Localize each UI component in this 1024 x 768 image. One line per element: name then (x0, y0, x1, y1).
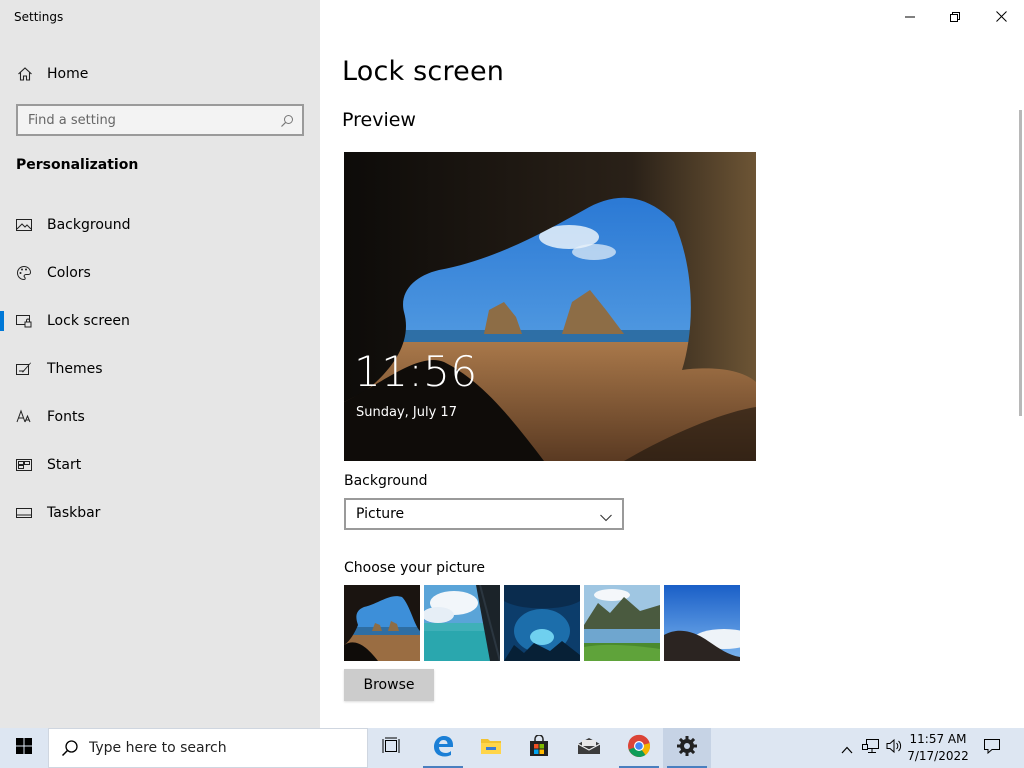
nav-home[interactable]: Home (0, 58, 320, 90)
clock-date: 7/17/2022 (907, 749, 969, 763)
mail-button[interactable] (565, 728, 613, 768)
font-icon (16, 409, 32, 425)
volume-button[interactable] (884, 728, 906, 768)
nav-item-fonts[interactable]: Fonts (0, 397, 320, 437)
close-icon (995, 7, 1007, 26)
nav-item-colors[interactable]: Colors (0, 253, 320, 293)
nav-item-label: Taskbar (47, 505, 101, 521)
clock-time: 11:57 AM (909, 732, 967, 746)
setting-search-box[interactable] (16, 104, 304, 136)
start-button[interactable] (0, 728, 48, 768)
browse-button[interactable]: Browse (344, 669, 434, 701)
close-button[interactable] (978, 0, 1024, 32)
lock-screen-icon (16, 313, 32, 329)
show-hidden-icons-button[interactable] (838, 728, 856, 768)
brush-icon (16, 361, 32, 377)
taskbar-clock[interactable]: 11:57 AM 7/17/2022 (906, 731, 970, 765)
section-header: Personalization (16, 157, 139, 173)
taskbar: 11:57 AM 7/17/2022 (0, 728, 1024, 768)
minimize-button[interactable] (887, 0, 933, 32)
nav-item-label: Fonts (47, 409, 85, 425)
notification-icon (983, 738, 1001, 758)
speaker-icon (886, 738, 904, 758)
nav-item-background[interactable]: Background (0, 205, 320, 245)
store-bag-icon (528, 734, 550, 761)
edge-button[interactable] (419, 728, 467, 768)
store-button[interactable] (515, 728, 563, 768)
background-dropdown[interactable]: Picture (344, 498, 624, 530)
picture-icon (16, 217, 32, 233)
preview-date: Sunday, July 17 (356, 405, 457, 420)
nav-home-label: Home (47, 66, 89, 82)
windows-logo-icon (16, 738, 32, 758)
setting-search-input[interactable] (18, 112, 268, 128)
network-icon (862, 738, 880, 758)
lock-screen-preview: 11:56 Sunday, July 17 (344, 152, 756, 461)
background-dropdown-value: Picture (356, 506, 405, 522)
action-center-button[interactable] (976, 728, 1008, 768)
choose-picture-label: Choose your picture (344, 560, 485, 576)
folder-icon (480, 736, 502, 760)
task-view-button[interactable] (368, 728, 416, 768)
preview-header: Preview (342, 109, 416, 131)
settings-button[interactable] (663, 728, 711, 768)
restore-button[interactable] (932, 0, 978, 32)
page-title: Lock screen (342, 56, 505, 87)
picture-thumbnail-water-window[interactable] (424, 585, 500, 661)
scrollbar[interactable] (1019, 110, 1022, 416)
nav-item-label: Start (47, 457, 82, 473)
start-tiles-icon (16, 457, 32, 473)
background-label: Background (344, 473, 428, 489)
task-view-icon (382, 737, 402, 759)
preview-time: 11:56 (354, 347, 478, 396)
picture-thumbnail-underwater-cave[interactable] (504, 585, 580, 661)
restore-icon (950, 7, 960, 26)
taskbar-search-box[interactable] (48, 728, 368, 768)
nav-item-themes[interactable]: Themes (0, 349, 320, 389)
search-icon[interactable] (280, 113, 294, 127)
nav-item-label: Lock screen (47, 313, 130, 329)
nav-item-label: Themes (47, 361, 103, 377)
palette-icon (16, 265, 32, 281)
chrome-button[interactable] (615, 728, 663, 768)
search-icon (61, 739, 79, 757)
picture-thumbnail-cave-beach[interactable] (344, 585, 420, 661)
window-title: Settings (14, 10, 64, 24)
home-icon (17, 66, 33, 82)
minimize-icon (905, 7, 915, 26)
chevron-up-icon (841, 739, 853, 758)
chevron-down-icon (600, 509, 612, 522)
nav-item-label: Background (47, 217, 131, 233)
chrome-icon (627, 734, 651, 762)
nav-item-start[interactable]: Start (0, 445, 320, 485)
nav-pane: Settings Home Personalization Background… (0, 0, 320, 728)
edge-icon (431, 734, 455, 762)
nav-item-lock-screen[interactable]: Lock screen (0, 301, 320, 341)
gear-icon (676, 735, 698, 761)
picture-thumbnail-cliff-sky[interactable] (664, 585, 740, 661)
taskbar-search-input[interactable] (89, 740, 359, 756)
mail-icon (577, 737, 601, 759)
picture-thumbnail-mountain-lake[interactable] (584, 585, 660, 661)
nav-item-taskbar[interactable]: Taskbar (0, 493, 320, 533)
taskbar-icon (16, 505, 32, 521)
file-explorer-button[interactable] (467, 728, 515, 768)
network-button[interactable] (860, 728, 882, 768)
nav-item-label: Colors (47, 265, 91, 281)
